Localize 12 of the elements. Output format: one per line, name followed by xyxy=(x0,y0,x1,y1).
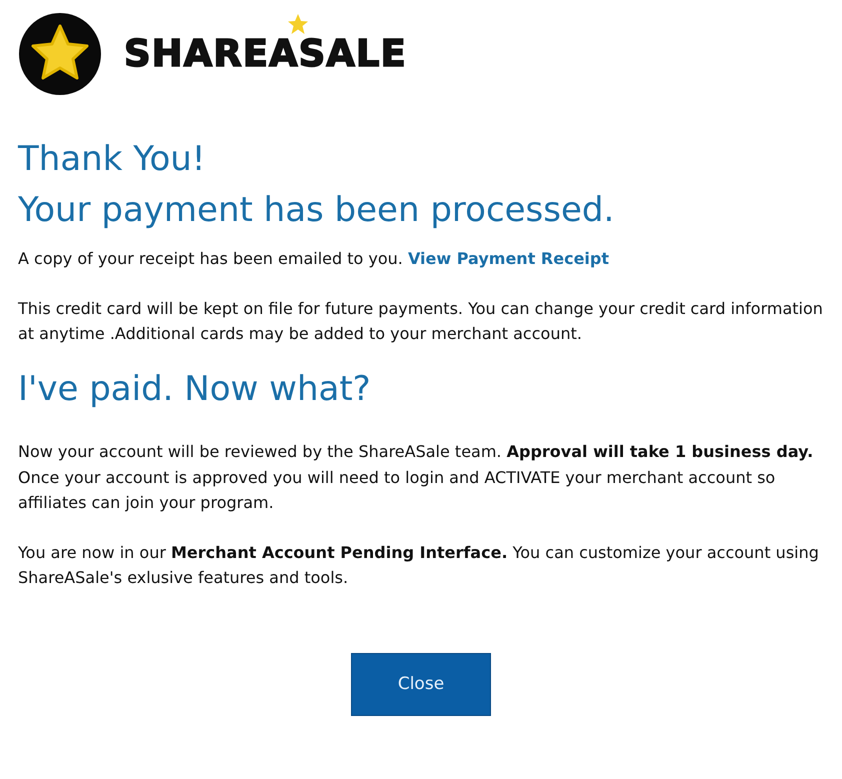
star-icon xyxy=(287,13,309,35)
page-title: Your payment has been processed. xyxy=(18,189,616,232)
section-heading: I've paid. Now what? xyxy=(18,368,372,410)
card-note: This credit card will be kept on file for future payments. You can change your credit card information at anytime .Additional cards may be added to your merchant account. xyxy=(18,298,824,345)
receipt-note: A copy of your receipt has been emailed to you. View Payment Receipt xyxy=(18,248,610,270)
paragraph: You are now in our Merchant Account Pending Interface. You can customize your account using ShareASale's exlusive features and tools. xyxy=(18,542,820,590)
close-button[interactable]: Close xyxy=(351,652,491,716)
view-receipt-link[interactable]: View Payment Receipt xyxy=(408,249,609,268)
paragraph: Now your account will be reviewed by the ShareASale team. Approval will take 1 business day. Once your account is approved you will need to login and ACTIVATE your merchant account so affiliates can join your program. xyxy=(18,441,814,514)
star-logo-icon xyxy=(18,12,102,96)
logo-wordmark: SHAREASALE xyxy=(124,32,407,75)
page-title: Thank You! xyxy=(18,138,206,181)
